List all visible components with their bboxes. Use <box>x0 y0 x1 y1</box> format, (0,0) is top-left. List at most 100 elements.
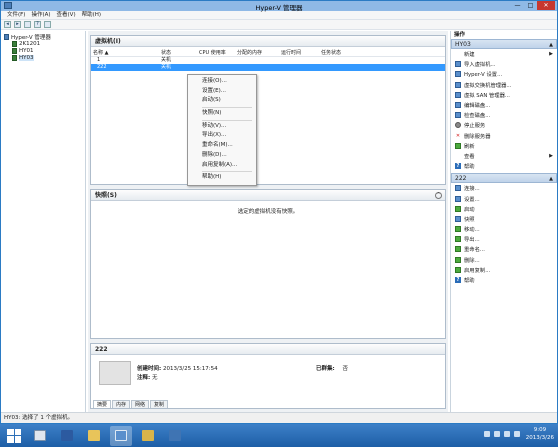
col-name[interactable]: 名称 ▲ <box>91 49 159 56</box>
action-connect[interactable]: 连接... <box>451 183 557 193</box>
ctx-export[interactable]: 导出(X)... <box>188 131 256 141</box>
action-settings[interactable]: 设置... <box>451 193 557 203</box>
action-export[interactable]: 导出... <box>451 234 557 244</box>
flag-icon[interactable] <box>483 431 490 437</box>
menu-file[interactable]: 文件(F) <box>4 11 28 19</box>
clock[interactable]: 9:09 2013/3/26 <box>526 426 554 442</box>
table-row[interactable]: 1 关机 <box>91 57 445 64</box>
switch-manager-icon <box>455 81 461 88</box>
maximize-button[interactable]: □ <box>524 1 537 10</box>
action-label: 连接... <box>464 186 480 193</box>
server-icon <box>12 40 17 47</box>
back-icon[interactable]: ◂ <box>4 21 11 28</box>
taskbar-vm-connection[interactable] <box>164 426 186 446</box>
status-bar: HY03: 选择了 1 个虚拟机。 <box>1 412 557 423</box>
ctx-connect[interactable]: 连接(O)... <box>188 77 256 87</box>
taskbar-server-manager[interactable] <box>29 426 51 446</box>
action-inspect-disk[interactable]: 检查磁盘... <box>451 110 557 120</box>
action-remove-server[interactable]: ✕ 删除服务器 <box>451 131 557 141</box>
ctx-enable-replication[interactable]: 启用复制(A)... <box>188 161 256 171</box>
notes-row: 注释: 无 <box>137 373 157 381</box>
ctx-snapshot[interactable]: 快照(N) <box>188 109 256 119</box>
action-replication[interactable]: 启用复制... <box>451 265 557 275</box>
forward-icon[interactable]: ▸ <box>14 21 21 28</box>
tree-item-2k1201[interactable]: 2K1201 <box>4 40 83 47</box>
tree-item-hy01[interactable]: HY01 <box>4 47 83 54</box>
action-help[interactable]: ? 帮助 <box>451 275 557 285</box>
show-tree-icon[interactable] <box>24 21 31 28</box>
actions-server-header[interactable]: HY03 ▲ <box>451 39 557 49</box>
col-task-status[interactable]: 任务状态 <box>319 49 359 56</box>
menu-view[interactable]: 查看(V) <box>54 11 79 19</box>
actions-vm-header[interactable]: 222 ▲ <box>451 173 557 184</box>
ctx-rename[interactable]: 重命名(M)... <box>188 141 256 151</box>
action-label: 刷新 <box>464 143 475 150</box>
action-rename[interactable]: 重命名... <box>451 244 557 254</box>
tree-item-hy03[interactable]: HY03 <box>4 54 83 61</box>
actions-title: 操作 <box>454 32 466 38</box>
taskbar-hyper-v-manager[interactable] <box>110 425 132 446</box>
tab-network[interactable]: 网络 <box>131 400 150 408</box>
action-label: 启动 <box>464 206 475 213</box>
table-row-selected[interactable]: 222 关机 <box>91 64 445 71</box>
ctx-move[interactable]: 移动(V)... <box>188 122 256 132</box>
action-settings[interactable]: Hyper-V 设置... <box>451 69 557 79</box>
action-snapshot[interactable]: 快照 <box>451 214 557 224</box>
menu-bar: 文件(F) 操作(A) 查看(V) 帮助(H) <box>1 11 557 20</box>
actions-server-header-label: HY03 <box>455 41 471 48</box>
start-button[interactable] <box>4 426 24 446</box>
collapse-icon[interactable]: ⌃ <box>435 192 442 199</box>
action-label: 虚拟 SAN 管理器... <box>464 92 510 99</box>
col-state[interactable]: 状态 <box>159 49 197 56</box>
hyper-v-window: Hyper-V 管理器 — □ ✕ 文件(F) 操作(A) 查看(V) 帮助(H… <box>0 0 558 424</box>
vm-name: 222 <box>97 64 107 70</box>
taskbar-powershell[interactable] <box>56 426 78 446</box>
action-refresh[interactable]: 刷新 <box>451 141 557 151</box>
ime-icon[interactable] <box>513 431 520 437</box>
action-label: 导入虚拟机... <box>464 62 496 69</box>
actions-vm-header-label: 222 <box>455 175 467 183</box>
col-uptime[interactable]: 运行时间 <box>279 49 319 56</box>
vm-context-menu: 连接(O)... 设置(E)... 启动(S) 快照(N) 移动(V)... 导… <box>187 74 257 186</box>
submenu-arrow-icon: ▶ <box>549 51 553 58</box>
action-start[interactable]: 启动 <box>451 204 557 214</box>
move-icon <box>455 226 461 233</box>
tab-memory[interactable]: 内存 <box>112 400 131 408</box>
action-san-manager[interactable]: 虚拟 SAN 管理器... <box>451 90 557 100</box>
col-memory[interactable]: 分配的内存 <box>235 49 279 56</box>
taskbar-folder[interactable] <box>137 426 159 446</box>
col-cpu[interactable]: CPU 使用率 <box>197 49 235 56</box>
ctx-help[interactable]: 帮助(H) <box>188 173 256 183</box>
console-pane-icon[interactable] <box>44 21 51 28</box>
minimize-button[interactable]: — <box>511 1 524 10</box>
action-label: 删除... <box>464 257 480 264</box>
navigation-tree: Hyper-V 管理器 2K1201 HY01 HY03 <box>2 31 86 412</box>
action-stop-service[interactable]: 停止服务 <box>451 120 557 130</box>
action-view[interactable]: 查看 ▶ <box>451 151 557 161</box>
taskbar-explorer[interactable] <box>83 426 105 446</box>
vm-thumbnail <box>99 361 131 385</box>
menu-action[interactable]: 操作(A) <box>28 11 53 19</box>
ctx-settings[interactable]: 设置(E)... <box>188 87 256 97</box>
tab-summary[interactable]: 摘要 <box>93 400 112 408</box>
ctx-delete[interactable]: 删除(D)... <box>188 151 256 161</box>
action-switch-manager[interactable]: 虚拟交换机管理器... <box>451 80 557 90</box>
action-help[interactable]: ? 帮助 <box>451 161 557 171</box>
menu-help[interactable]: 帮助(H) <box>79 11 104 19</box>
tab-replication[interactable]: 复制 <box>150 400 169 408</box>
vm-panel-title: 虚拟机(I) <box>91 36 445 47</box>
action-delete[interactable]: 删除... <box>451 255 557 265</box>
detail-tabs: 摘要 内存 网络 复制 <box>93 400 169 408</box>
action-edit-disk[interactable]: 编辑磁盘... <box>451 100 557 110</box>
close-button[interactable]: ✕ <box>537 1 555 10</box>
action-new[interactable]: 新建 ▶ <box>451 49 557 59</box>
action-import[interactable]: 导入虚拟机... <box>451 59 557 69</box>
help-toolbar-icon[interactable]: ? <box>34 21 41 28</box>
ctx-start[interactable]: 启动(S) <box>188 96 256 106</box>
tree-root[interactable]: Hyper-V 管理器 <box>4 33 83 41</box>
action-move[interactable]: 移动... <box>451 224 557 234</box>
network-icon[interactable] <box>493 431 500 437</box>
volume-icon[interactable] <box>503 431 510 437</box>
snapshot-empty-message: 选定的虚拟机没有快照。 <box>237 209 299 215</box>
title-bar[interactable]: Hyper-V 管理器 — □ ✕ <box>1 1 557 12</box>
